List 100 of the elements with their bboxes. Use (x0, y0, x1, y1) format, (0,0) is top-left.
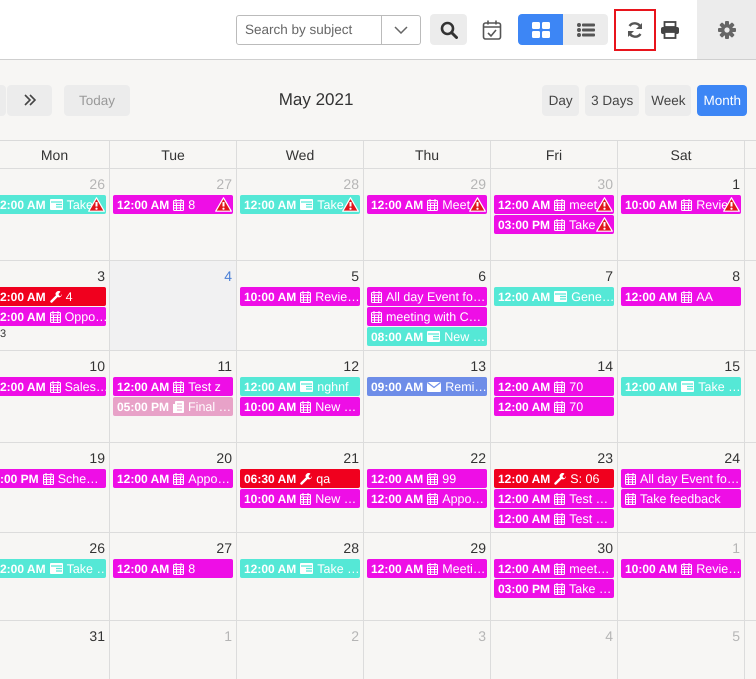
day-number[interactable]: 4 (224, 268, 232, 284)
event-title: All day Event fo… (386, 290, 486, 304)
day-number[interactable]: 29 (470, 540, 486, 556)
view-tab[interactable]: Month (697, 84, 747, 116)
day-number[interactable]: 10 (89, 358, 105, 374)
event-chip[interactable]: Take feedback (621, 489, 741, 508)
weekday-header: Sat (670, 146, 692, 162)
event-chip[interactable]: 12:00 AM Appo… (113, 469, 233, 488)
event-chip[interactable]: All day Event fo… (367, 287, 487, 306)
event-chip[interactable]: 12:00 AM Test … (494, 509, 614, 528)
event-chip[interactable]: 12:00 AM meet (494, 195, 614, 214)
grid-view-button[interactable] (518, 14, 563, 45)
day-number[interactable]: 1 (732, 540, 740, 556)
day-number[interactable]: 23 (597, 450, 613, 466)
event-chip[interactable]: 10:00 AM Revie… (621, 559, 741, 578)
day-number[interactable]: 3 (97, 268, 105, 284)
day-number[interactable]: 27 (216, 176, 232, 192)
day-number[interactable]: 4 (605, 628, 613, 644)
event-chip[interactable]: 05:00 PM Final … (113, 397, 233, 416)
day-number[interactable]: 21 (343, 450, 359, 466)
event-chip[interactable]: 2:00 AM Oppo… (0, 307, 106, 326)
event-chip[interactable]: 12:00 AM AA (621, 287, 741, 306)
day-number[interactable]: 6 (478, 268, 486, 284)
day-number[interactable]: 28 (343, 540, 359, 556)
event-chip[interactable]: 12:00 AM Meet (367, 195, 487, 214)
event-chip[interactable]: 12:00 AM 99 (367, 469, 487, 488)
day-number[interactable]: 29 (470, 176, 486, 192)
view-tab[interactable]: Day (542, 84, 580, 116)
event-chip[interactable]: :00 PM Sche… (0, 469, 106, 488)
event-chip[interactable]: 12:00 AM 8 (113, 195, 233, 214)
calendar-check-icon[interactable] (482, 18, 502, 40)
event-chip[interactable]: 03:00 PM Take … (494, 579, 614, 598)
event-title: meeting with C… (386, 310, 482, 324)
event-title: Meeti… (442, 562, 486, 576)
search-input[interactable]: Search by subject (237, 16, 381, 44)
event-chip[interactable]: 12:00 AM Test z (113, 377, 233, 396)
day-number[interactable]: 15 (724, 358, 740, 374)
event-time: 12:00 AM (498, 290, 550, 304)
day-number[interactable]: 26 (89, 176, 105, 192)
search-button[interactable] (430, 14, 467, 45)
day-number[interactable]: 27 (216, 540, 232, 556)
event-chip[interactable]: 12:00 AM Test … (494, 489, 614, 508)
day-number[interactable]: 24 (724, 450, 740, 466)
event-chip[interactable]: meeting with C… (367, 307, 487, 326)
settings-button[interactable] (697, 0, 756, 59)
day-number[interactable]: 3 (478, 628, 486, 644)
event-chip[interactable]: All day Event fo… (621, 469, 741, 488)
day-number[interactable]: 31 (89, 628, 105, 644)
refresh-button[interactable] (614, 8, 656, 50)
event-chip[interactable]: 12:00 AM Appo… (367, 489, 487, 508)
day-number[interactable]: 8 (732, 268, 740, 284)
day-number[interactable]: 14 (597, 358, 613, 374)
day-number[interactable]: 5 (351, 268, 359, 284)
day-number[interactable]: 11 (217, 358, 232, 374)
event-chip[interactable]: 09:00 AM Remi… (367, 377, 487, 396)
event-chip[interactable]: 10:00 AM New … (240, 489, 360, 508)
event-chip[interactable]: 12:00 AM 70 (494, 397, 614, 416)
event-time: 12:00 AM (498, 400, 550, 414)
day-number[interactable]: 2 (351, 628, 359, 644)
day-number[interactable]: 30 (597, 176, 613, 192)
list-view-button[interactable] (563, 14, 608, 45)
event-chip[interactable]: 03:00 PM Take (494, 215, 614, 234)
calendar-icon (427, 492, 438, 504)
more-link[interactable]: 3 (0, 328, 109, 340)
day-number[interactable]: 22 (470, 450, 486, 466)
search-field[interactable]: Search by subject (236, 14, 421, 44)
event-title: Final … (188, 400, 232, 414)
event-chip[interactable]: 12:00 AM 70 (494, 377, 614, 396)
event-chip[interactable]: 10:00 AM Revie… (240, 287, 360, 306)
day-number[interactable]: 1 (732, 176, 740, 192)
event-chip[interactable]: 10:00 AM Revie (621, 195, 741, 214)
print-icon[interactable] (660, 20, 680, 38)
event-chip[interactable]: 12:00 AM meet… (494, 559, 614, 578)
day-number[interactable]: 19 (89, 450, 105, 466)
day-number[interactable]: 26 (89, 540, 105, 556)
event-chip[interactable]: 06:30 AM qa (240, 469, 360, 488)
event-time: 10:00 AM (244, 492, 296, 506)
day-number[interactable]: 12 (343, 358, 359, 374)
day-number[interactable]: 28 (343, 176, 359, 192)
day-number[interactable]: 30 (597, 540, 613, 556)
event-title: Take (569, 218, 596, 232)
event-chip[interactable]: 12:00 AM 8 (113, 559, 233, 578)
view-tab[interactable]: 3 Days (585, 84, 640, 116)
next-button[interactable] (7, 84, 52, 116)
event-time: 2:00 AM (0, 310, 46, 324)
chevron-down-icon (394, 26, 408, 34)
day-number[interactable]: 1 (224, 628, 232, 644)
month-title: May 2021 (278, 90, 354, 110)
day-number[interactable]: 13 (470, 358, 486, 374)
calendar-icon (300, 290, 312, 302)
event-chip[interactable]: 10:00 AM New … (240, 397, 360, 416)
event-chip[interactable]: 12:00 AM S: 06 (494, 469, 614, 488)
view-tab[interactable]: Week (645, 84, 692, 116)
day-number[interactable]: 5 (732, 628, 740, 644)
event-chip[interactable]: 2:00 AM 4 (0, 287, 106, 306)
event-chip[interactable]: 12:00 AM Meeti… (367, 559, 487, 578)
day-number[interactable]: 20 (216, 450, 232, 466)
event-title: Meet (442, 198, 470, 212)
weekday-header: Fri (546, 146, 562, 162)
day-number[interactable]: 7 (605, 268, 613, 284)
